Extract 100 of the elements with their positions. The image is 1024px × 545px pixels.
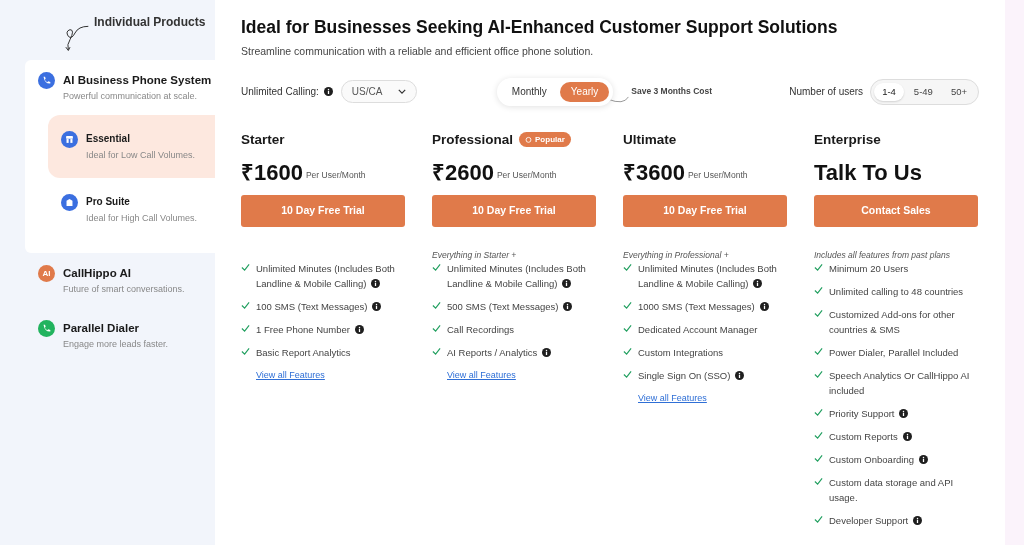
check-icon — [814, 407, 823, 417]
feature-text: Single Sign On (SSO) — [638, 367, 745, 383]
feature-text: Custom Integrations — [638, 345, 723, 360]
view-features-link[interactable]: View all Features — [256, 368, 405, 383]
check-icon — [623, 323, 632, 333]
product-item[interactable]: AI CallHippo AI Future of smart conversations. — [25, 253, 215, 308]
building-icon — [61, 194, 78, 211]
product-subtitle: Engage more leads faster. — [63, 338, 169, 351]
users-option[interactable]: 1-4 — [874, 82, 904, 101]
check-icon — [623, 262, 632, 272]
product-item[interactable]: AI Business Phone System Powerful communication at scale. — [25, 60, 215, 115]
check-icon — [241, 262, 250, 272]
check-icon — [814, 476, 823, 486]
info-icon[interactable] — [735, 370, 745, 380]
product-title: Pro Suite — [86, 195, 131, 209]
product-title: Essential — [86, 132, 131, 146]
plan-note: Everything in Starter + — [432, 249, 517, 260]
feature-text: AI Reports / Analytics — [447, 344, 552, 360]
check-icon — [814, 346, 823, 356]
product-subtitle: Future of smart conversations. — [63, 283, 185, 296]
product-title: CallHippo AI — [63, 266, 132, 281]
users-label: Number of users — [789, 85, 864, 100]
check-icon — [623, 300, 632, 310]
plan-note: Everything in Professional + — [623, 249, 729, 260]
phone-icon — [38, 320, 55, 337]
check-icon — [241, 346, 250, 356]
page-subtitle: Streamline communication with a reliable and efficient office phone solution. — [241, 44, 595, 59]
feature-text: Customized Add-ons for other countries & SMS — [829, 307, 956, 337]
info-icon[interactable] — [371, 278, 381, 288]
phone-icon — [38, 72, 55, 89]
calling-label: Unlimited Calling: — [241, 85, 319, 100]
users-option[interactable]: 5-49 — [905, 82, 941, 101]
popular-badge: Popular — [519, 132, 571, 148]
plan-price: ₹1600 — [241, 158, 303, 187]
check-icon — [432, 300, 441, 310]
product-item[interactable]: Parallel Dialer Engage more leads faster. — [25, 308, 215, 363]
region-dropdown[interactable]: US/CA — [340, 80, 417, 104]
feature-text: Unlimited Minutes (Includes Both Landline & Mobile Calling) — [256, 261, 396, 291]
feature-text: Custom Onboarding — [829, 451, 929, 467]
check-icon — [623, 369, 632, 379]
info-icon[interactable] — [899, 408, 909, 418]
info-icon[interactable] — [562, 278, 572, 288]
sub-product-item[interactable]: Essential Ideal for Low Call Volumes. — [48, 115, 215, 178]
info-icon[interactable] — [323, 87, 333, 97]
view-features-link[interactable]: View all Features — [638, 391, 787, 406]
product-subtitle: Powerful communication at scale. — [63, 90, 199, 103]
feature-text: Dedicated Account Manager — [638, 322, 758, 337]
info-icon[interactable] — [372, 301, 382, 311]
check-icon — [623, 346, 632, 356]
feature-text: Custom data storage and API usage. — [829, 475, 955, 505]
store-icon — [61, 131, 78, 148]
feature-text: Call Recordings — [447, 322, 515, 337]
page-title: Ideal for Businesses Seeking AI-Enhanced Customer Support Solutions — [241, 16, 839, 39]
billing-option[interactable]: Monthly — [500, 81, 558, 102]
price-unit: Per User/Month — [496, 169, 557, 182]
feature-text: Speech Analytics Or CallHippo AI included — [829, 368, 971, 398]
info-icon[interactable] — [753, 278, 763, 288]
info-icon[interactable] — [913, 515, 923, 525]
users-option[interactable]: 50+ — [942, 82, 975, 101]
feature-text: Minimum 20 Users — [829, 261, 909, 276]
feature-text: 100 SMS (Text Messages) — [256, 298, 382, 314]
plan-price: ₹3600 — [623, 158, 685, 187]
check-icon — [432, 323, 441, 333]
plan-price: ₹2600 — [432, 158, 494, 187]
check-icon — [241, 300, 250, 310]
product-subtitle: Ideal for Low Call Volumes. — [86, 149, 196, 162]
check-icon — [432, 262, 441, 272]
feature-text: Custom Reports — [829, 428, 912, 444]
view-features-link[interactable]: View all Features — [447, 368, 596, 383]
plan-name: Starter — [241, 130, 285, 149]
feature-text: 500 SMS (Text Messages) — [447, 298, 573, 314]
feature-text: 1000 SMS (Text Messages) — [638, 298, 769, 314]
price-unit: Per User/Month — [305, 169, 366, 182]
plan-price: Talk To Us — [814, 158, 922, 187]
info-icon[interactable] — [542, 347, 552, 357]
check-icon — [814, 453, 823, 463]
plan-name: Ultimate — [623, 130, 677, 149]
plan-name: Enterprise — [814, 130, 881, 149]
billing-note: Save 3 Months Cost — [631, 85, 713, 99]
product-title: Parallel Dialer — [63, 321, 141, 336]
info-icon[interactable] — [902, 431, 912, 441]
feature-text: Unlimited calling to 48 countries — [829, 284, 964, 299]
info-icon[interactable] — [355, 324, 364, 334]
info-icon[interactable] — [919, 454, 929, 464]
sub-product-item[interactable]: Pro Suite Ideal for High Call Volumes. — [48, 178, 215, 241]
product-subtitle: Ideal for High Call Volumes. — [86, 212, 198, 225]
info-icon[interactable] — [759, 301, 769, 311]
check-icon — [241, 323, 250, 333]
chevron-down-icon — [397, 89, 406, 95]
info-icon[interactable] — [563, 301, 573, 311]
check-icon — [432, 346, 441, 356]
section-heading: Individual Products — [94, 14, 207, 30]
feature-text: 1 Free Phone Number — [256, 321, 364, 337]
ai-badge: AI — [38, 265, 55, 282]
check-icon — [814, 285, 823, 295]
check-icon — [814, 308, 823, 318]
feature-text: Unlimited Minutes (Includes Both Landline & Mobile Calling) — [638, 261, 778, 291]
feature-text: Basic Report Analytics — [256, 345, 351, 360]
product-title: AI Business Phone System — [63, 73, 212, 88]
plan-name: Professional — [432, 130, 514, 149]
